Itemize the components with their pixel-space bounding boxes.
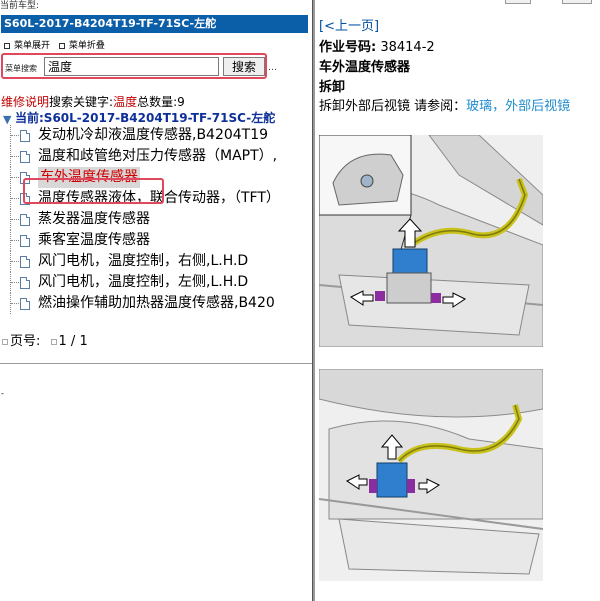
document-icon — [20, 214, 30, 226]
collapse-icon — [58, 42, 65, 49]
job-value: 38414-2 — [380, 40, 435, 55]
tree-connector — [10, 293, 20, 314]
tree-item[interactable]: 风门电机，温度控制，右侧,L.H.D — [0, 251, 312, 272]
document-icon — [20, 151, 30, 163]
collapse-menu-button[interactable]: 菜单折叠 — [58, 38, 105, 51]
tree-connector — [10, 188, 20, 209]
tiny-mark: - — [1, 389, 4, 398]
tree-connector — [10, 230, 20, 251]
pager-icon — [50, 338, 57, 345]
selected-highlight — [23, 178, 164, 204]
section-title: 拆卸 — [319, 80, 346, 95]
pager-label: 页号: — [10, 334, 41, 349]
illustration-removal-2 — [319, 369, 543, 581]
document-icon — [20, 235, 30, 247]
tree-item-label: 燃油操作辅助加热器温度传感器,B420 — [38, 295, 275, 311]
tree-item-label: 风门电机，温度控制，左侧,L.H.D — [38, 274, 249, 290]
step-text: 拆卸外部后视镜 请参阅：玻璃，外部后视镜 — [319, 95, 570, 114]
tree-connector — [10, 125, 20, 146]
tree-item[interactable]: 发动机冷却液温度传感器,B4204T19 — [0, 125, 312, 146]
search-label: 菜单搜索 — [5, 64, 37, 73]
search-row: 菜单搜索 搜索 — [1, 53, 267, 79]
tree-connector — [10, 167, 20, 188]
document-icon — [20, 277, 30, 289]
document-icon — [20, 130, 30, 142]
expand-menu-button[interactable]: 菜单展开 — [4, 38, 50, 51]
page-title: 车外温度传感器 — [319, 60, 411, 75]
tree-connector — [10, 209, 20, 230]
car-node-icon: ▼ — [3, 112, 12, 126]
job-label: 作业号码: — [319, 40, 377, 55]
pager: 页号: 1 / 1 — [2, 330, 88, 349]
tree-item[interactable]: 蒸发器温度传感器 — [0, 209, 312, 230]
repair-info-link[interactable]: 维修说明 — [1, 95, 49, 109]
job-number: 作业号码: 38414-2 — [319, 36, 435, 55]
current-node-label: 当前:S60L-2017-B4204T19-TF-71SC-左舵 — [15, 111, 276, 125]
tree-item-label: 乘客室温度传感器 — [38, 232, 150, 248]
document-icon — [20, 298, 30, 310]
tree-item-label: 温度和歧管绝对压力传感器（MAPT）, — [38, 148, 278, 164]
tree-item[interactable]: 乘客室温度传感器 — [0, 230, 312, 251]
tree-item-label: 风门电机，温度控制，右侧,L.H.D — [38, 253, 249, 269]
menu-tools: 菜单展开 菜单折叠 — [4, 38, 111, 51]
current-node[interactable]: ▼ 当前:S60L-2017-B4204T19-TF-71SC-左舵 — [3, 109, 275, 126]
expand-icon — [4, 42, 10, 49]
illustration-removal-1 — [319, 135, 543, 347]
tree-item[interactable]: 风门电机，温度控制，左侧,L.H.D — [0, 272, 312, 293]
tree-item[interactable]: 燃油操作辅助加热器温度传感器,B420 — [0, 293, 312, 314]
tree-item-label: 蒸发器温度传感器 — [38, 211, 150, 227]
top-tab[interactable] — [562, 0, 592, 4]
tree-connector — [10, 272, 20, 293]
splitter[interactable] — [312, 0, 315, 601]
keyword-value: 温度 — [113, 95, 138, 109]
search-input[interactable] — [44, 57, 219, 76]
previous-page-link[interactable]: [<上一页] — [319, 15, 379, 34]
pager-value[interactable]: 1 / 1 — [59, 334, 88, 349]
ellipsis: … — [268, 63, 277, 73]
count-label: 总数量: — [137, 95, 178, 109]
search-button[interactable]: 搜索 — [223, 57, 265, 76]
tree-connector — [10, 146, 20, 167]
count-value: 9 — [177, 95, 185, 109]
tree-item-label: 发动机冷却液温度传感器,B4204T19 — [38, 127, 269, 143]
current-model-label: 当前车型: — [0, 1, 40, 11]
step-description: 拆卸外部后视镜 请参阅： — [319, 99, 467, 114]
tree-connector — [10, 251, 20, 272]
pager-icon — [2, 338, 8, 345]
top-bar: 当前车型: — [0, 0, 600, 13]
mirror-link[interactable]: 玻璃，外部后视镜 — [466, 99, 570, 114]
left-panel: S60L-2017-B4204T19-TF-71SC-左舵 菜单展开 菜单折叠 … — [0, 13, 312, 601]
top-tab[interactable] — [505, 0, 531, 4]
tree-item[interactable]: 温度和歧管绝对压力传感器（MAPT）, — [0, 146, 312, 167]
keyword-label: 搜索关键字: — [49, 95, 114, 109]
panel-separator — [0, 363, 312, 364]
right-panel: [<上一页] 作业号码: 38414-2 车外温度传感器 拆卸 拆卸外部后视镜 … — [316, 13, 600, 601]
result-tree: 发动机冷却液温度传感器,B4204T19 温度和歧管绝对压力传感器（MAPT）, 车… — [0, 125, 312, 314]
model-title: S60L-2017-B4204T19-TF-71SC-左舵 — [1, 15, 308, 33]
search-info: 维修说明搜索关键字:温度总数量:9 — [1, 93, 185, 110]
document-icon — [20, 256, 30, 268]
